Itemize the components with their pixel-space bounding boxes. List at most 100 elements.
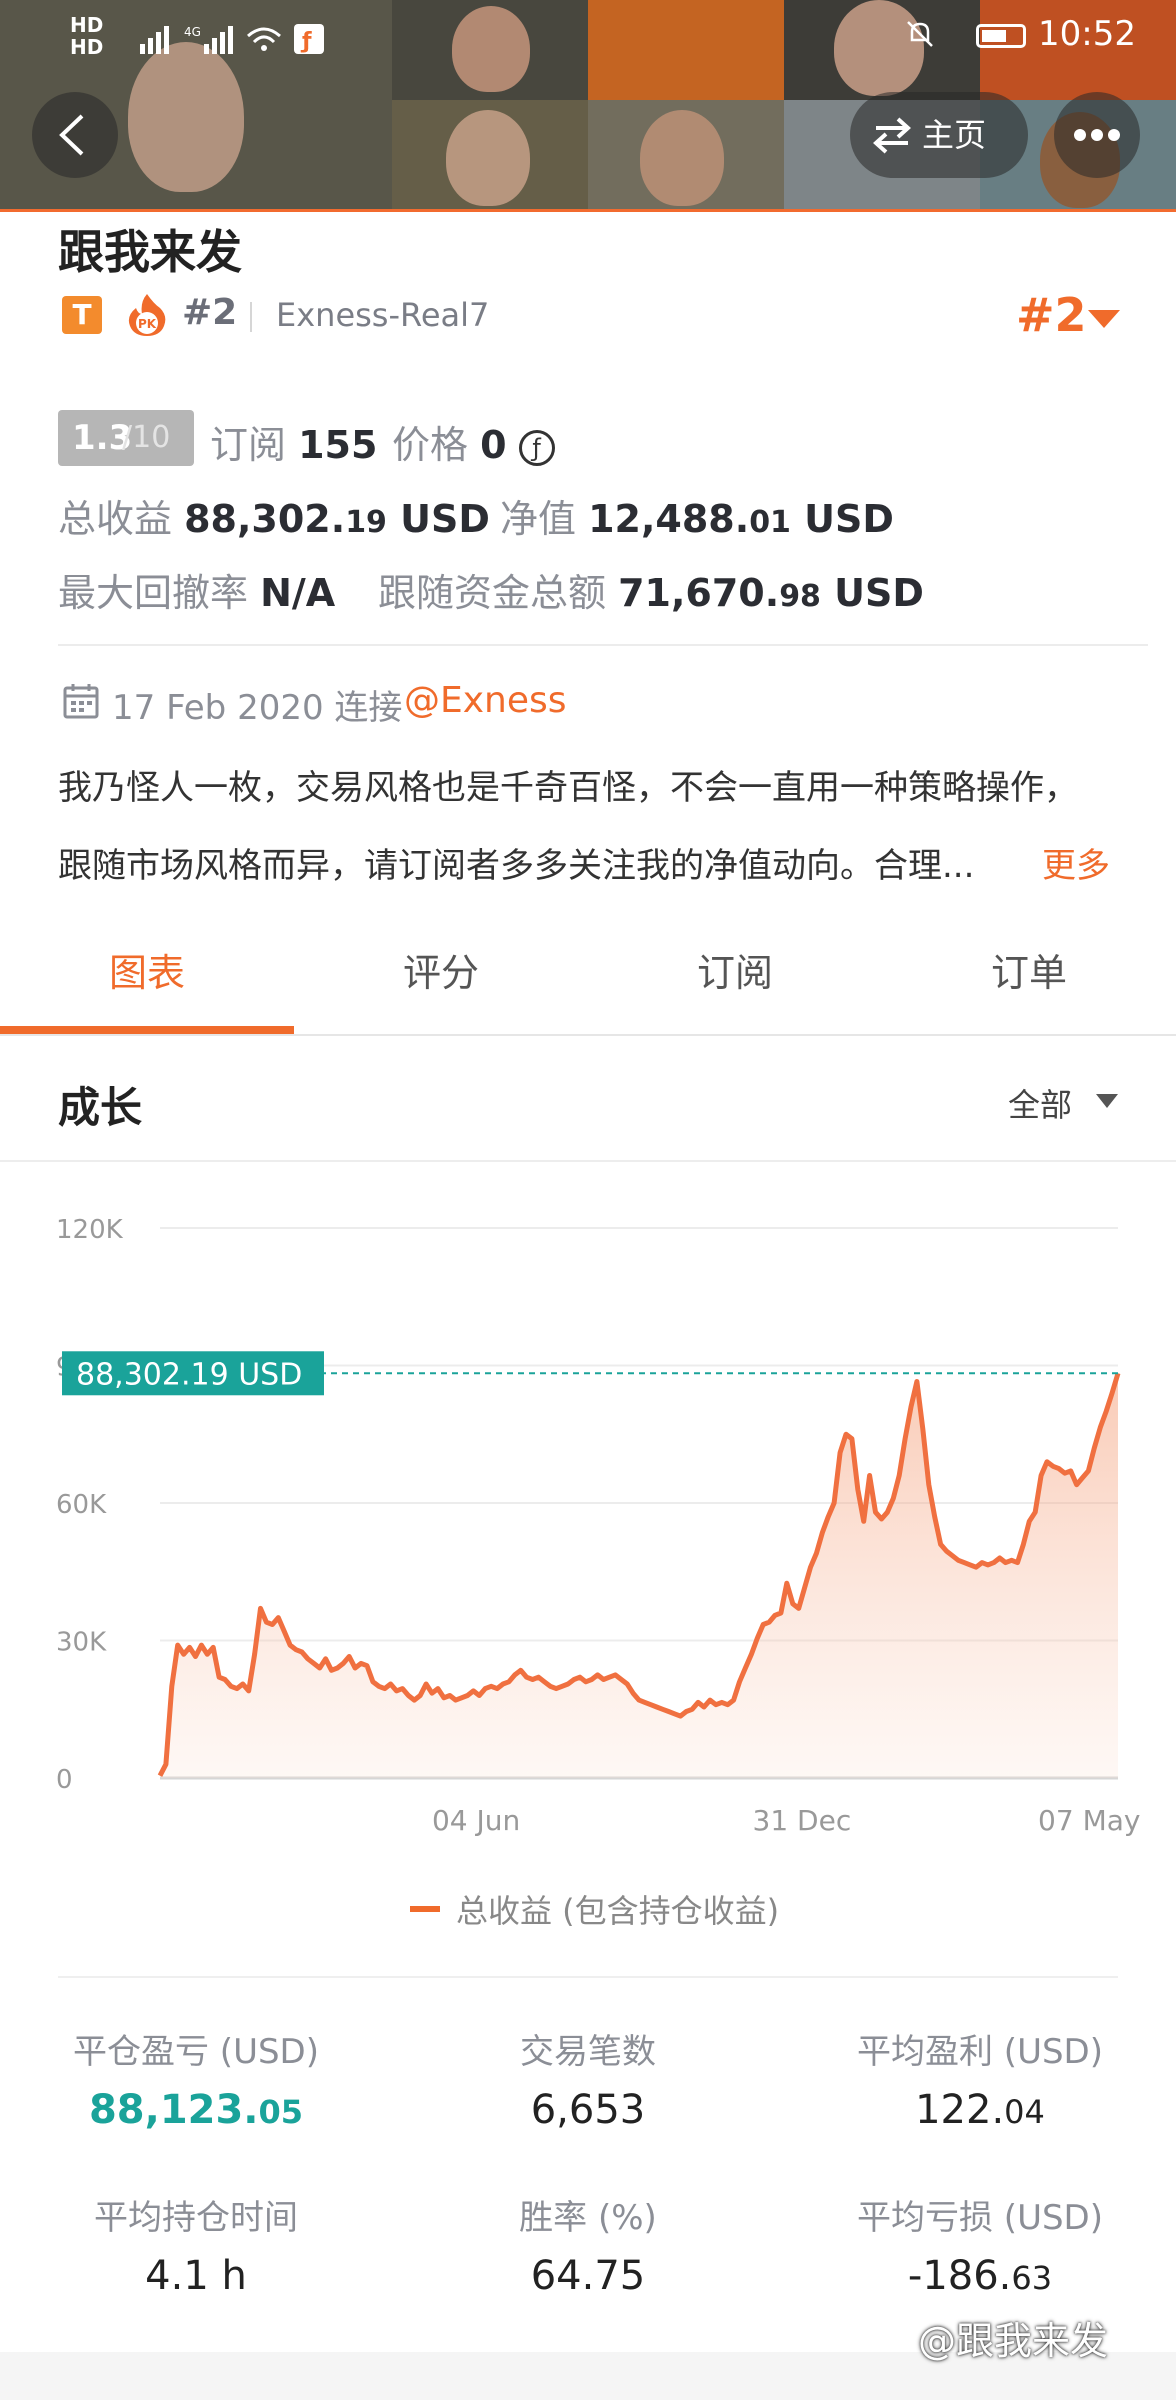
network-type: 4G — [184, 25, 201, 39]
growth-title: 成长 — [58, 1083, 143, 1132]
y-tick-label: 30K — [56, 1628, 107, 1658]
stat-label: 胜率 (%) — [519, 2198, 657, 2238]
bell-muted-icon — [907, 21, 933, 47]
stat-value-int: 64.75 — [530, 2253, 646, 2299]
follow-funds-stat: 跟随资金总额 71,670.98 USD — [378, 562, 924, 617]
watermark: @跟我来发 — [918, 2319, 1109, 2363]
description-line-2: 跟随市场风格而异，请订阅者多多关注我的净值动向。合理... — [58, 846, 975, 886]
range-filter[interactable]: 全部 — [1008, 1080, 1072, 1126]
score-badge: 1.3 /10 — [58, 410, 194, 466]
tab-rating[interactable]: 评分 — [294, 910, 588, 1036]
equity-dec: 01 — [749, 505, 791, 540]
follow-funds-int: 71,670. — [618, 571, 780, 615]
follow-funds-unit: USD — [834, 571, 924, 615]
calendar-icon — [63, 684, 99, 719]
stat-label: 交易笔数 — [520, 2032, 656, 2072]
more-dots-icon — [1074, 129, 1120, 141]
score-max: /10 — [122, 420, 171, 455]
stat-label: 平均盈利 (USD) — [857, 2032, 1103, 2072]
stat-avg-loss: 平均亏损 (USD) -186.63 — [784, 2190, 1176, 2299]
tab-orders[interactable]: 订单 — [882, 910, 1176, 1036]
coin-icon: ƒ — [518, 429, 555, 466]
switch-icon — [873, 117, 911, 154]
total-profit-stat: 总收益 88,302.19 USD — [58, 488, 490, 543]
divider — [250, 302, 252, 332]
subscribe-label: 订阅 — [210, 423, 287, 467]
section-divider — [0, 1160, 1176, 1162]
stat-value-int: 4.1 h — [145, 2253, 247, 2299]
current-value-tag: 88,302.19 USD — [62, 1351, 324, 1396]
total-profit-unit: USD — [400, 497, 490, 541]
stat-value: 122.04 — [784, 2087, 1176, 2133]
stat-value-dec: 63 — [1011, 2259, 1053, 2297]
total-profit-label: 总收益 — [58, 497, 173, 541]
stat-trade-count: 交易笔数 6,653 — [392, 2024, 784, 2133]
x-axis: 04 Jun 31 Dec 07 May — [432, 1804, 1140, 1837]
active-tab-indicator — [0, 1026, 294, 1034]
back-button[interactable] — [32, 92, 118, 178]
trader-name: 跟我来发 — [58, 225, 242, 279]
stat-value-int: -186. — [907, 2253, 1012, 2299]
battery-icon — [976, 24, 1026, 48]
x-tick-label: 31 Dec — [753, 1804, 852, 1837]
stat-value-int: 122. — [915, 2087, 1005, 2133]
price-value: 0 — [480, 423, 507, 467]
y-axis: 120K90K60K30K0 — [56, 1215, 124, 1795]
trader-type-badge: T — [62, 296, 102, 334]
more-button[interactable] — [1054, 92, 1140, 178]
equity-int: 12,488. — [588, 497, 750, 541]
subscribe-stat: 订阅 155 — [210, 414, 377, 469]
drawdown-stat: 最大回撤率 N/A — [58, 562, 335, 617]
tab-subscribe[interactable]: 订阅 — [588, 910, 882, 1036]
pk-fire-icon[interactable]: PK — [126, 292, 168, 338]
growth-chart[interactable]: 120K90K60K30K0 04 Jun31 Dec07 May 88,302… — [0, 1170, 1176, 1840]
stat-value-int: 6,653 — [530, 2087, 646, 2133]
signal-icon: 4G ƒ — [140, 24, 324, 54]
stats-divider — [58, 1976, 1118, 1978]
rank-dropdown[interactable]: #2 — [1016, 288, 1087, 342]
home-button[interactable]: 主页 — [850, 92, 1028, 178]
description-line-1: 我乃怪人一枚，交易风格也是千奇百怪，不会一直用一种策略操作， — [58, 768, 1078, 808]
section-divider — [58, 644, 1148, 646]
price-stat: 价格 0 ƒ — [392, 414, 555, 469]
stat-win-rate: 胜率 (%) 64.75 — [392, 2190, 784, 2299]
pk-badge-label: PK — [138, 317, 157, 331]
home-button-label: 主页 — [922, 116, 987, 154]
total-profit-int: 88,302. — [184, 497, 346, 541]
tab-divider — [0, 1034, 1176, 1036]
stat-value-dec: 05 — [258, 2093, 304, 2131]
status-time: 10:52 — [1038, 14, 1136, 54]
broker-link[interactable]: @Exness — [404, 680, 567, 721]
loading-progress-bar — [0, 209, 1176, 212]
legend-swatch — [410, 1906, 440, 1912]
stat-value-dec: 04 — [1004, 2093, 1045, 2131]
stat-value-int: 88,123. — [88, 2087, 259, 2133]
connect-date: 17 Feb 2020 连接 — [112, 688, 403, 728]
tab-bar: 图表 评分 订阅 订单 — [0, 910, 1176, 1036]
caret-down-icon[interactable] — [1096, 1094, 1118, 1108]
subscribe-count: 155 — [298, 423, 378, 467]
tab-chart[interactable]: 图表 — [0, 910, 294, 1036]
follow-funds-dec: 98 — [779, 579, 821, 614]
status-bar: HD HD 4G ƒ 10:52 — [0, 0, 1176, 72]
equity-stat: 净值 12,488.01 USD — [500, 488, 894, 543]
stat-label: 平均持仓时间 — [94, 2198, 298, 2238]
stat-value: -186.63 — [784, 2253, 1176, 2299]
chevron-left-icon — [59, 114, 84, 156]
more-link[interactable]: 更多 — [1042, 838, 1110, 887]
caret-down-icon[interactable] — [1088, 310, 1120, 328]
stat-closed-pnl: 平仓盈亏 (USD) 88,123.05 — [0, 2024, 392, 2133]
header-banner: HD HD 4G ƒ 10:52 主页 — [0, 0, 1176, 212]
stat-avg-profit: 平均盈利 (USD) 122.04 — [784, 2024, 1176, 2133]
y-tick-label: 0 — [56, 1765, 73, 1795]
equity-unit: USD — [804, 497, 894, 541]
equity-label: 净值 — [500, 497, 577, 541]
x-tick-label: 04 Jun — [432, 1804, 520, 1837]
stat-label: 平仓盈亏 (USD) — [73, 2032, 319, 2072]
legend-label: 总收益 (包含持仓收益) — [456, 1892, 780, 1930]
server-name: Exness-Real7 — [276, 296, 490, 334]
y-tick-label: 120K — [56, 1215, 124, 1245]
price-label: 价格 — [392, 423, 469, 467]
stat-label: 平均亏损 (USD) — [857, 2198, 1103, 2238]
drawdown-value: N/A — [260, 571, 336, 615]
